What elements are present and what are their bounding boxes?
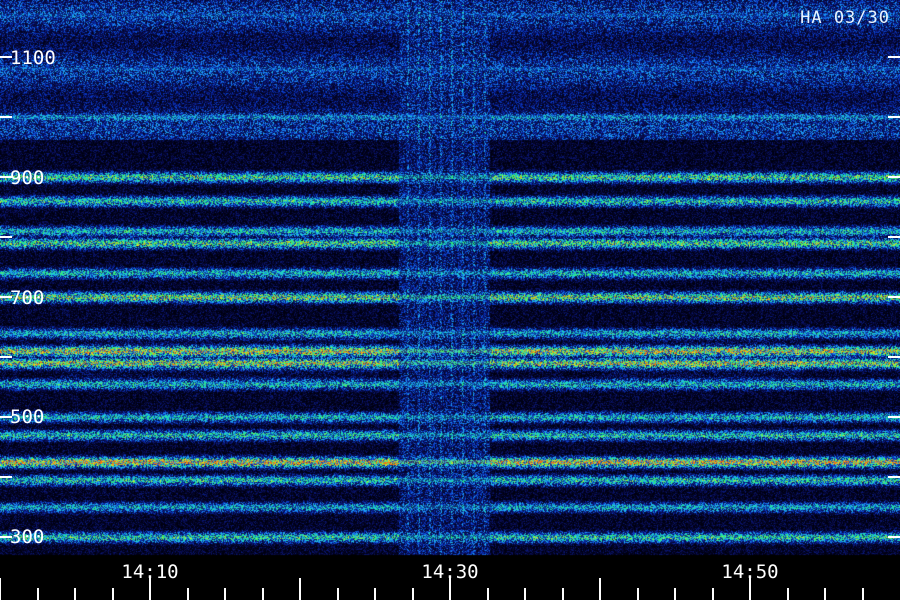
x-tick-47.5: [712, 588, 714, 600]
band-1000: [0, 115, 900, 119]
band-900: [0, 175, 900, 179]
station-date-stamp: HA 03/30: [800, 8, 890, 28]
x-tick-7.5: [112, 588, 114, 600]
y-tick-r-700: [888, 296, 900, 298]
y-tick-l-800: [0, 236, 12, 238]
y-tick-label-1100: 1100: [10, 47, 56, 69]
y-tick-l-300: [0, 536, 12, 538]
x-tick-17.5: [262, 588, 264, 600]
x-tick-37.5: [562, 588, 564, 600]
x-tick-55: [824, 588, 826, 600]
x-tick-42.5: [637, 588, 639, 600]
band-425: [0, 460, 900, 464]
y-tick-l-600: [0, 356, 12, 358]
y-tick-l-700: [0, 296, 12, 298]
band-790: [0, 241, 900, 245]
band-1080: [0, 67, 900, 71]
spectrogram-bands: [0, 13, 900, 539]
x-tick-20: [299, 578, 301, 600]
band-590: [0, 361, 900, 365]
y-tick-r-800: [888, 236, 900, 238]
x-tick-10: [149, 578, 151, 600]
y-tick-r-300: [888, 536, 900, 538]
y-tick-r-400: [888, 476, 900, 478]
y-tick-label-500: 500: [10, 406, 45, 428]
y-tick-l-500: [0, 416, 12, 418]
band-555: [0, 382, 900, 386]
y-tick-r-600: [888, 356, 900, 358]
x-tick-5: [74, 588, 76, 600]
x-tick-25: [374, 588, 376, 600]
band-610: [0, 349, 900, 353]
y-tick-l-900: [0, 176, 12, 178]
x-tick-2.5: [37, 588, 39, 600]
y-tick-r-1100: [888, 56, 900, 58]
y-tick-label-900: 900: [10, 167, 45, 189]
y-tick-l-1000: [0, 116, 12, 118]
x-tick-45: [674, 588, 676, 600]
x-tick-50: [749, 578, 751, 600]
x-tick-32.5: [487, 588, 489, 600]
band-470: [0, 433, 900, 437]
band-740: [0, 271, 900, 275]
y-tick-label-300: 300: [10, 526, 45, 548]
band-700: [0, 295, 900, 299]
band-500: [0, 415, 900, 419]
band-640: [0, 331, 900, 335]
band-350: [0, 505, 900, 509]
band-860: [0, 199, 900, 203]
y-tick-r-1000: [888, 116, 900, 118]
x-tick-40: [599, 578, 601, 600]
band-1170: [0, 13, 900, 17]
x-tick-22.5: [337, 588, 339, 600]
x-tick-12.5: [187, 588, 189, 600]
band-395: [0, 478, 900, 482]
x-tick-35: [524, 588, 526, 600]
x-tick-30: [449, 578, 451, 600]
x-tick-27.5: [412, 588, 414, 600]
x-tick-15: [224, 588, 226, 600]
y-tick-l-400: [0, 476, 12, 478]
band-810: [0, 229, 900, 233]
band-300: [0, 535, 900, 539]
x-tick-57.5: [862, 588, 864, 600]
y-tick-r-900: [888, 176, 900, 178]
y-tick-r-500: [888, 416, 900, 418]
x-tick-52.5: [787, 588, 789, 600]
x-tick-0: [0, 578, 1, 600]
y-tick-l-1100: [0, 56, 12, 58]
y-tick-label-700: 700: [10, 287, 45, 309]
